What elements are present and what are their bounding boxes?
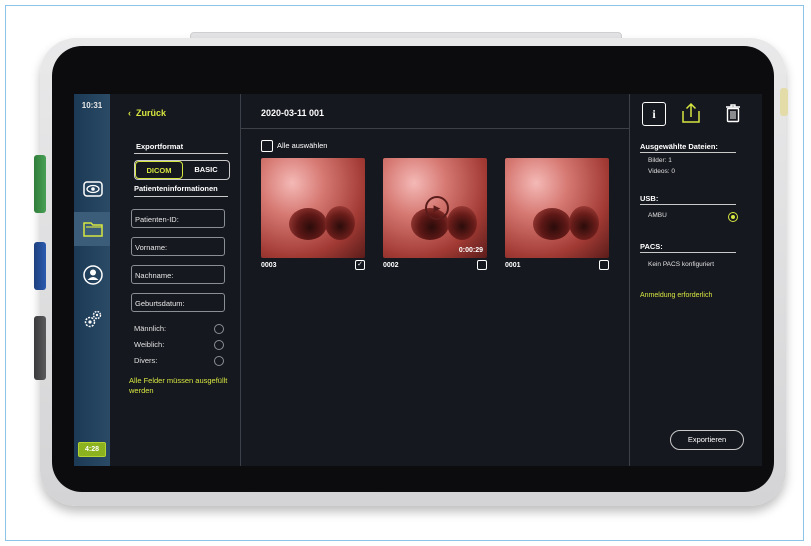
thumbnail-label: 0003 (261, 262, 277, 269)
patient-id-field[interactable]: Patienten-ID: (131, 209, 225, 228)
folder-icon[interactable] (82, 218, 104, 240)
birth-date-field[interactable]: Geburtsdatum: (131, 293, 225, 312)
login-required-warning[interactable]: Anmeldung erforderlich (640, 292, 712, 299)
export-format-title: Exportformat (136, 142, 184, 151)
format-option-dicom[interactable]: DICOM (135, 161, 183, 179)
hardware-button-right (780, 88, 788, 116)
export-target-panel: i Ausgewählte Dateien: Bilder: 1 Videos:… (630, 94, 762, 466)
pacs-status: Kein PACS konfiguriert (648, 261, 714, 268)
nav-rail: 10:31 4:28 (74, 94, 110, 466)
thumbnail-detail (533, 208, 571, 240)
hardware-button-blue (34, 242, 46, 290)
hardware-button-grey (34, 316, 46, 380)
play-icon[interactable]: ▶ (425, 196, 449, 220)
hardware-button-green (34, 155, 46, 213)
radio-icon[interactable] (214, 356, 224, 366)
required-fields-warning: Alle Felder müssen ausgefüllt werden (129, 376, 228, 395)
divider (241, 128, 629, 129)
thumbnail-image[interactable] (505, 158, 609, 258)
thumbnail-detail (325, 206, 355, 240)
select-all-label: Alle auswählen (277, 140, 328, 150)
thumbnail-label: 0002 (383, 262, 399, 269)
first-name-field[interactable]: Vorname: (131, 237, 225, 256)
thumbnail-image[interactable] (261, 158, 365, 258)
gender-option-male[interactable]: Männlich: (134, 324, 224, 334)
gender-option-female[interactable]: Weiblich: (134, 340, 224, 350)
patient-icon[interactable] (82, 264, 104, 286)
usb-title: USB: (640, 194, 659, 203)
divider (134, 153, 228, 154)
info-icon[interactable]: i (642, 102, 666, 126)
select-all-icon (261, 140, 273, 152)
status-time: 10:31 (81, 101, 103, 110)
media-panel: 2020-03-11 001 Alle auswählen 0003 ✓ ▶ 0… (241, 94, 630, 466)
thumbnail-label: 0001 (505, 262, 521, 269)
gender-label: Männlich: (134, 324, 167, 333)
usb-device-label: AMBU (648, 212, 667, 219)
gender-option-diverse[interactable]: Divers: (134, 356, 224, 366)
radio-icon[interactable] (214, 340, 224, 350)
last-name-field[interactable]: Nachname: (131, 265, 225, 284)
images-count: Bilder: 1 (648, 157, 672, 164)
selected-files-title: Ausgewählte Dateien: (640, 142, 718, 151)
format-option-basic[interactable]: BASIC (183, 161, 229, 179)
divider (640, 152, 736, 153)
radio-icon[interactable] (214, 324, 224, 334)
video-duration: 0:00:29 (458, 247, 483, 254)
thumbnail-checkbox-checked[interactable]: ✓ (355, 260, 365, 270)
pacs-title: PACS: (640, 242, 663, 251)
gender-label: Weiblich: (134, 340, 165, 349)
export-settings-panel: ‹ Zurück Exportformat DICOM BASIC Patien… (110, 94, 241, 466)
app-screen: 10:31 4:28 ‹ Zurück Exportformat DICOM B… (74, 94, 762, 466)
select-all-button[interactable]: Alle auswählen (261, 140, 327, 152)
upload-icon[interactable] (680, 102, 702, 124)
trash-icon[interactable] (722, 102, 744, 124)
thumbnail-checkbox[interactable] (477, 260, 487, 270)
usb-device-radio[interactable] (728, 212, 738, 222)
back-button[interactable]: ‹ Zurück (128, 108, 166, 118)
divider (640, 252, 736, 253)
back-label: Zurück (136, 108, 167, 118)
session-title: 2020-03-11 001 (261, 108, 325, 118)
thumbnail-video[interactable]: ▶ 0:00:29 (383, 158, 487, 258)
patient-info-title: Patienteninformationen (134, 184, 218, 193)
thumbnail-detail (447, 206, 477, 240)
settings-icon[interactable] (82, 308, 104, 330)
eye-icon[interactable] (82, 178, 104, 200)
export-button[interactable]: Exportieren (670, 430, 744, 450)
divider (134, 196, 228, 197)
thumbnail-checkbox[interactable] (599, 260, 609, 270)
gender-label: Divers: (134, 356, 158, 365)
videos-count: Videos: 0 (648, 168, 675, 175)
thumbnail-detail (569, 206, 599, 240)
battery-indicator: 4:28 (78, 442, 106, 457)
format-toggle[interactable]: DICOM BASIC (134, 160, 230, 180)
divider (640, 204, 736, 205)
thumbnail-detail (289, 208, 327, 240)
